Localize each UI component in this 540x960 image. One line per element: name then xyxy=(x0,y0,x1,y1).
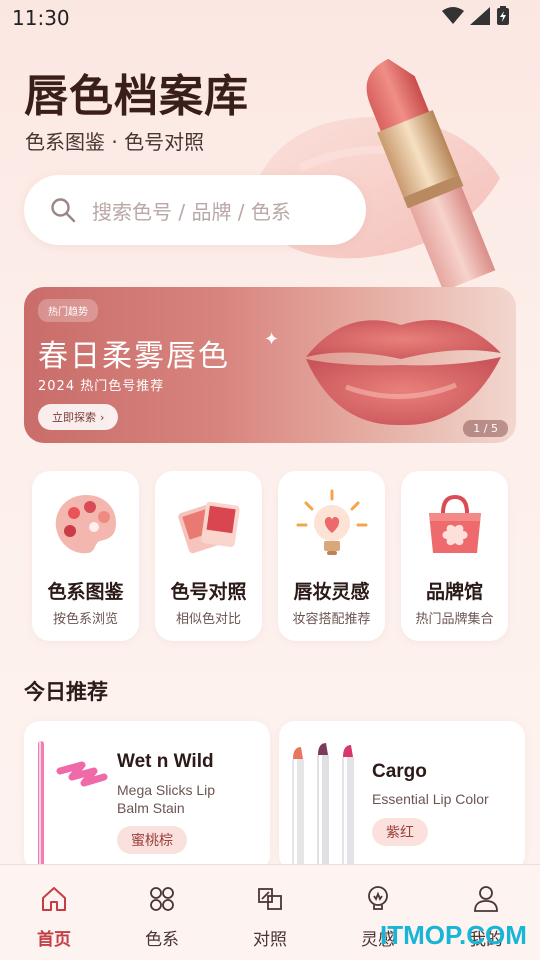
app-title: 唇色档案库 xyxy=(24,71,249,122)
category-label: 唇妆灵感 xyxy=(293,581,370,603)
palette-icon xyxy=(55,495,116,554)
nav-label: 对照 xyxy=(253,930,287,950)
search-input[interactable]: 搜索色号 / 品牌 / 色系 xyxy=(24,175,366,245)
product-brand: Cargo xyxy=(372,761,427,782)
category-card-brands[interactable]: 品牌馆 热门品牌集合 xyxy=(401,471,508,641)
app-subtitle: 色系图鉴 · 色号对照 xyxy=(25,130,205,154)
status-bar: 11:30 xyxy=(0,0,540,36)
watermark-logo: ITMOP.COM xyxy=(380,920,527,950)
category-label: 品牌馆 xyxy=(425,581,483,603)
category-desc: 热门品牌集合 xyxy=(415,612,494,627)
battery-icon xyxy=(497,6,509,25)
nav-item-compare[interactable]: 对照 xyxy=(216,865,324,960)
category-card-color-guide[interactable]: 色系图鉴 按色系浏览 xyxy=(32,471,139,641)
chevron-right-icon: › xyxy=(100,410,105,424)
color-grid-icon xyxy=(150,887,174,911)
nav-item-colors[interactable]: 色系 xyxy=(108,865,216,960)
category-card-inspiration[interactable]: 唇妆灵感 妆容搭配推荐 xyxy=(278,471,385,641)
signal-icon xyxy=(470,7,490,25)
shopping-bag-icon xyxy=(429,494,481,553)
lipstick-hero-image xyxy=(250,58,500,288)
section-title-recommend: 今日推荐 xyxy=(24,680,108,704)
product-name: Essential Lip Color xyxy=(372,791,489,807)
banner-tag: 热门趋势 xyxy=(38,299,98,322)
lipstick-trio-image xyxy=(292,743,354,869)
banner-pager: 1 / 5 xyxy=(463,420,508,437)
profile-icon xyxy=(474,886,498,912)
category-label: 色号对照 xyxy=(170,581,247,603)
search-icon xyxy=(51,198,76,223)
nav-item-home[interactable]: 首页 xyxy=(0,865,108,960)
promo-banner[interactable]: 热门趋势 春日柔雾唇色 ✦ 2024 热门色号推荐 立即探索 › 1 / 5 xyxy=(24,287,516,443)
banner-title: 春日柔雾唇色 xyxy=(38,339,230,374)
compare-icon xyxy=(258,888,282,910)
product-card[interactable]: Cargo Essential Lip Color 紫红 xyxy=(279,721,525,871)
explore-button-label: 立即探索 xyxy=(52,411,96,424)
banner-subtitle: 2024 热门色号推荐 xyxy=(38,379,165,394)
category-label: 色系图鉴 xyxy=(47,581,124,603)
lip-balm-stain-image xyxy=(38,741,108,871)
wifi-icon xyxy=(442,7,464,24)
nav-label: 首页 xyxy=(37,930,71,950)
category-card-shade-compare[interactable]: 色号对照 相似色对比 xyxy=(155,471,262,641)
nav-label: 色系 xyxy=(145,930,179,950)
shade-tag: 紫红 xyxy=(372,818,428,846)
idea-icon xyxy=(368,886,388,910)
product-card[interactable]: Wet n Wild Mega Slicks Lip Balm Stain 蜜桃… xyxy=(24,721,270,871)
search-placeholder: 搜索色号 / 品牌 / 色系 xyxy=(92,199,291,224)
category-desc: 按色系浏览 xyxy=(52,612,118,627)
product-name: Mega Slicks Lip Balm Stain xyxy=(117,782,216,816)
lightbulb-icon xyxy=(296,489,368,555)
status-time: 11:30 xyxy=(12,6,70,30)
product-brand: Wet n Wild xyxy=(117,751,214,772)
shade-tag: 蜜桃棕 xyxy=(117,826,187,854)
explore-button[interactable]: 立即探索 › xyxy=(38,404,119,430)
category-desc: 妆容搭配推荐 xyxy=(292,612,371,627)
sparkle-icon: ✦ xyxy=(264,329,280,350)
home-icon xyxy=(42,887,66,911)
category-desc: 相似色对比 xyxy=(175,612,241,627)
status-icons xyxy=(442,6,510,26)
swatch-cards-icon xyxy=(178,501,240,554)
